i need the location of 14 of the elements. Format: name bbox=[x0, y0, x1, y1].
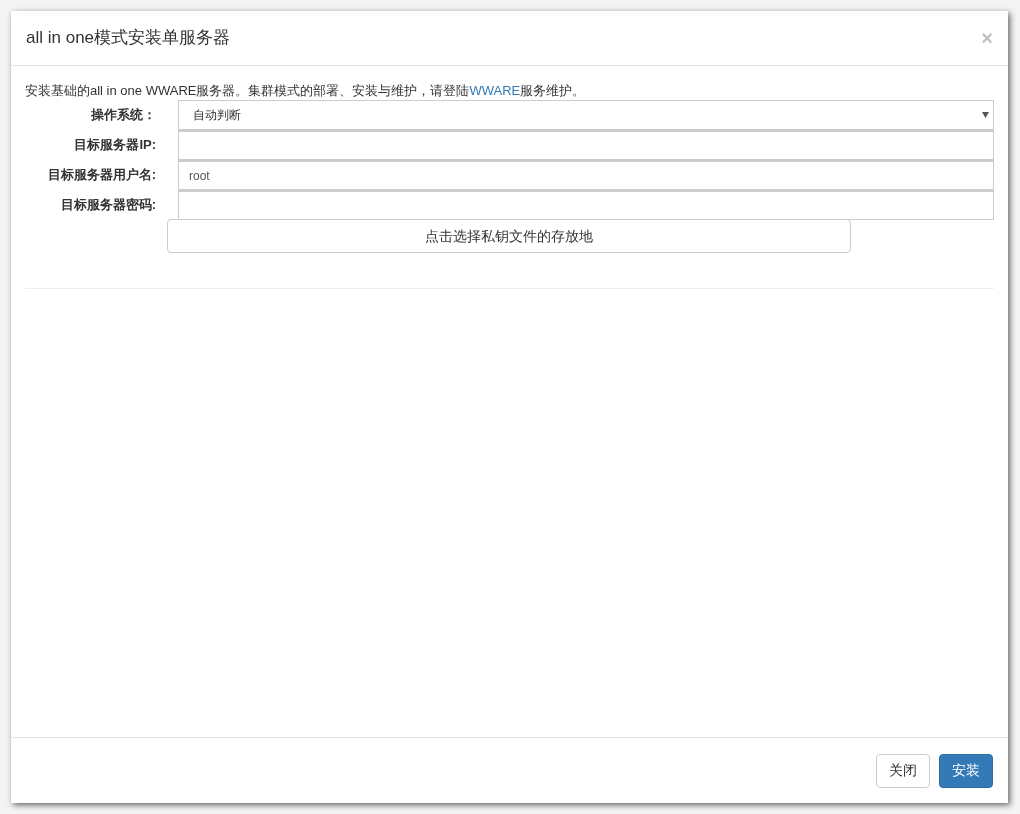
dialog-title: all in one模式安装单服务器 bbox=[26, 27, 231, 50]
field-label: 操作系统： bbox=[90, 106, 157, 125]
wware-link[interactable]: WWARE bbox=[469, 83, 521, 98]
intro-text: 安装基础的all in one WWARE服务器。集群模式的部署、安装与维护，请登陆WWARE服务维护。 bbox=[25, 82, 587, 100]
key-file-button[interactable]: 点击选择私钥文件的存放地 bbox=[167, 219, 851, 253]
os-select[interactable]: 自动判断 bbox=[178, 100, 994, 130]
dropdown-caret-icon bbox=[982, 112, 989, 118]
field-label: 目标服务器用户名: bbox=[46, 166, 157, 185]
install-button[interactable]: 安装 bbox=[939, 753, 993, 788]
close-dialog-button[interactable]: 关闭 bbox=[876, 753, 930, 788]
field-label: 目标服务器IP: bbox=[73, 136, 157, 155]
field-label: 目标服务器密码: bbox=[59, 196, 157, 215]
text-field[interactable]: root bbox=[178, 160, 994, 190]
text-field[interactable] bbox=[178, 130, 994, 160]
